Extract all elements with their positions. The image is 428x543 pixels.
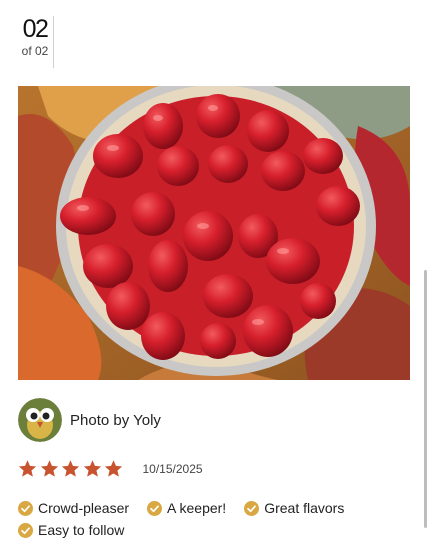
current-photo-number: 02 bbox=[22, 15, 49, 43]
photo-total-label: of 02 bbox=[21, 44, 49, 58]
star-icon bbox=[40, 460, 58, 477]
star-icon bbox=[104, 460, 123, 477]
review-photo[interactable] bbox=[18, 86, 410, 380]
checkmark-icon bbox=[18, 522, 33, 538]
review-tag: Easy to follow bbox=[18, 521, 124, 539]
review-tags: Crowd-pleaser A keeper! Great flavors Easy … bbox=[18, 499, 418, 543]
strawberry-pie-image bbox=[18, 86, 410, 380]
review-tag-label: Easy to follow bbox=[38, 522, 125, 538]
review-tag: A keeper! bbox=[147, 499, 226, 517]
owl-avatar-icon bbox=[18, 398, 62, 442]
gallery-counter: 02 of 02 bbox=[18, 14, 52, 58]
photo-byline: Photo by Yoly bbox=[18, 398, 161, 442]
review-tag-label: A keeper! bbox=[167, 500, 227, 516]
star-rating bbox=[18, 459, 126, 478]
checkmark-icon bbox=[244, 500, 260, 516]
star-icon bbox=[61, 460, 80, 477]
photographer-credit: Photo by Yoly bbox=[70, 411, 161, 429]
review-date: 10/15/2025 bbox=[142, 461, 203, 476]
review-tag: Crowd-pleaser bbox=[18, 499, 129, 517]
scrollbar[interactable] bbox=[424, 270, 427, 528]
counter-divider bbox=[53, 16, 54, 68]
review-tag-label: Great flavors bbox=[264, 500, 345, 516]
review-tag-label: Crowd-pleaser bbox=[38, 500, 130, 516]
review-tag: Great flavors bbox=[244, 499, 344, 517]
review-rating: 10/15/2025 bbox=[18, 459, 203, 478]
star-icon bbox=[83, 460, 101, 477]
checkmark-icon bbox=[18, 500, 33, 516]
star-icon bbox=[18, 460, 37, 477]
avatar[interactable] bbox=[18, 398, 62, 442]
checkmark-icon bbox=[147, 500, 163, 516]
